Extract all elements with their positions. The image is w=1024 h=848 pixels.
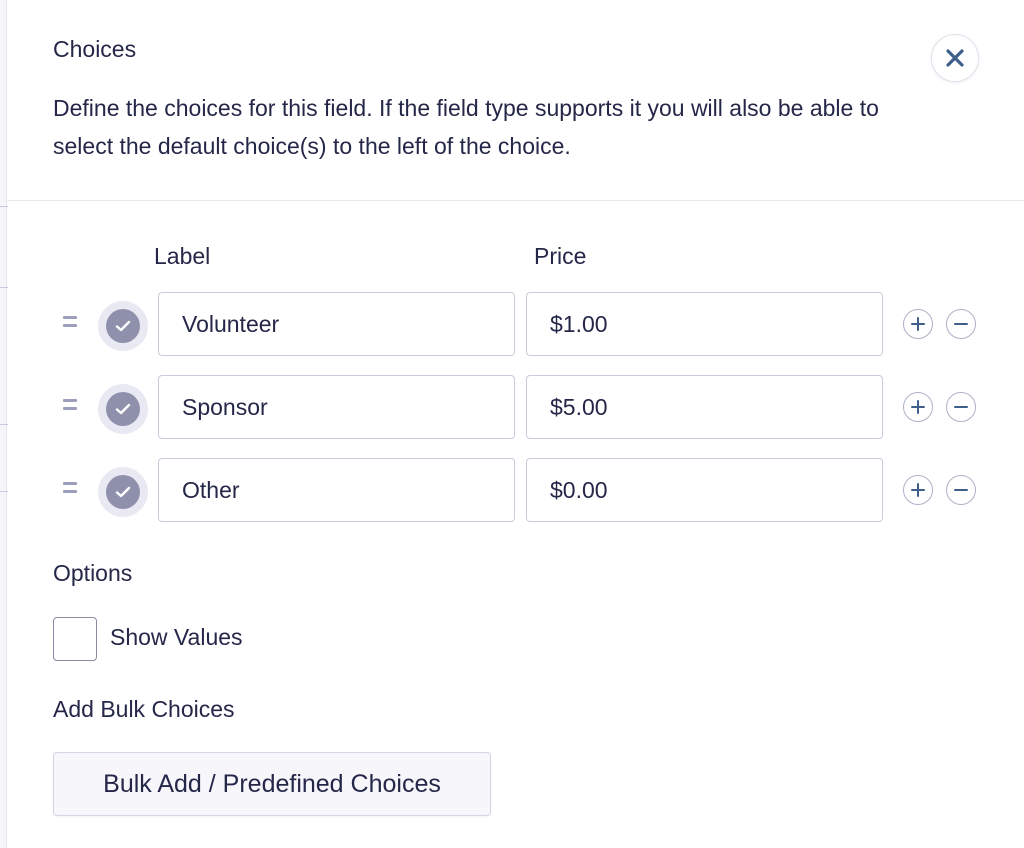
choices-settings-panel: Choices Define the choices for this fiel… — [7, 0, 1024, 848]
check-icon — [115, 486, 131, 498]
plus-icon — [911, 483, 925, 497]
bulk-choices-heading: Add Bulk Choices — [53, 696, 235, 722]
close-button[interactable] — [931, 34, 979, 82]
choice-label-input[interactable] — [158, 458, 515, 522]
show-values-label[interactable]: Show Values — [110, 624, 243, 651]
choice-price-input[interactable] — [526, 292, 883, 356]
minus-icon — [954, 406, 968, 408]
choice-row — [7, 458, 1024, 526]
panel-title: Choices — [53, 36, 137, 62]
choice-price-input[interactable] — [526, 375, 883, 439]
bulk-add-button[interactable]: Bulk Add / Predefined Choices — [53, 752, 491, 816]
add-choice-button[interactable] — [903, 475, 933, 505]
add-choice-button[interactable] — [903, 392, 933, 422]
editor-edge-strip — [0, 0, 8, 848]
panel-description: Define the choices for this field. If th… — [53, 95, 879, 159]
choice-label-input[interactable] — [158, 375, 515, 439]
show-values-checkbox[interactable] — [53, 617, 97, 661]
plus-icon — [911, 400, 925, 414]
choice-label-input[interactable] — [158, 292, 515, 356]
check-icon — [115, 320, 131, 332]
choice-row — [7, 375, 1024, 443]
remove-choice-button[interactable] — [946, 392, 976, 422]
default-choice-toggle[interactable] — [98, 467, 148, 517]
section-divider — [7, 200, 1024, 201]
remove-choice-button[interactable] — [946, 309, 976, 339]
default-choice-toggle[interactable] — [98, 301, 148, 351]
plus-icon — [911, 317, 925, 331]
label-column-header: Label — [154, 243, 211, 269]
choice-row — [7, 292, 1024, 360]
price-column-header: Price — [534, 243, 587, 269]
drag-handle-icon[interactable] — [63, 316, 77, 334]
drag-handle-icon[interactable] — [63, 482, 77, 500]
default-choice-toggle[interactable] — [98, 384, 148, 434]
drag-handle-icon[interactable] — [63, 399, 77, 417]
choice-price-input[interactable] — [526, 458, 883, 522]
options-heading: Options — [53, 560, 133, 586]
check-icon — [115, 403, 131, 415]
remove-choice-button[interactable] — [946, 475, 976, 505]
add-choice-button[interactable] — [903, 309, 933, 339]
close-icon — [946, 49, 964, 67]
minus-icon — [954, 323, 968, 325]
minus-icon — [954, 489, 968, 491]
